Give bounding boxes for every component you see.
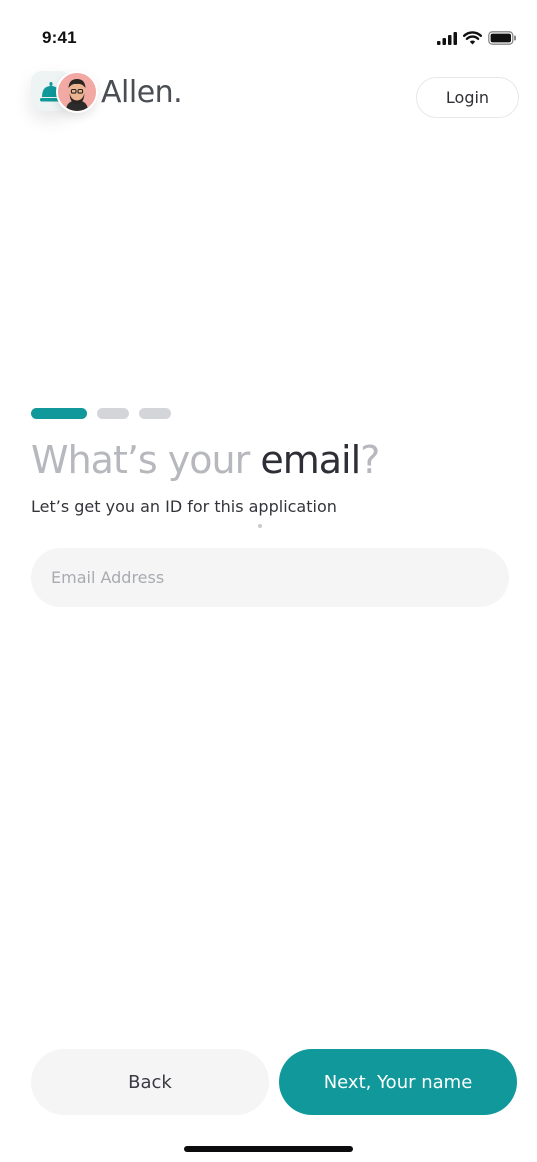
avatar-face-icon <box>58 73 96 111</box>
title-emphasis: email <box>260 438 361 482</box>
status-icons <box>437 30 517 46</box>
status-time: 9:41 <box>42 28 77 47</box>
signal-icon <box>437 31 457 45</box>
progress-step-3 <box>139 408 171 419</box>
title-suffix: ? <box>360 438 380 482</box>
back-button[interactable]: Back <box>31 1049 269 1115</box>
brand-name: Allen. <box>101 75 183 110</box>
user-avatar <box>56 71 98 113</box>
page-title: What’s your email? <box>31 438 380 482</box>
home-indicator[interactable] <box>184 1146 353 1152</box>
step-progress <box>31 408 171 419</box>
email-field[interactable] <box>31 548 509 607</box>
next-button[interactable]: Next, Your name <box>279 1049 517 1115</box>
login-button[interactable]: Login <box>416 77 519 118</box>
app-logo <box>31 71 103 115</box>
page-subtitle: Let’s get you an ID for this application <box>31 497 337 516</box>
battery-icon <box>488 31 516 45</box>
progress-step-1 <box>31 408 87 419</box>
progress-step-2 <box>97 408 129 419</box>
decorative-dot <box>258 524 262 528</box>
title-prefix: What’s your <box>31 438 261 482</box>
wifi-icon <box>463 31 482 45</box>
email-step-screen: 9:41 Allen. Login What’s your email? Let… <box>0 0 537 1162</box>
